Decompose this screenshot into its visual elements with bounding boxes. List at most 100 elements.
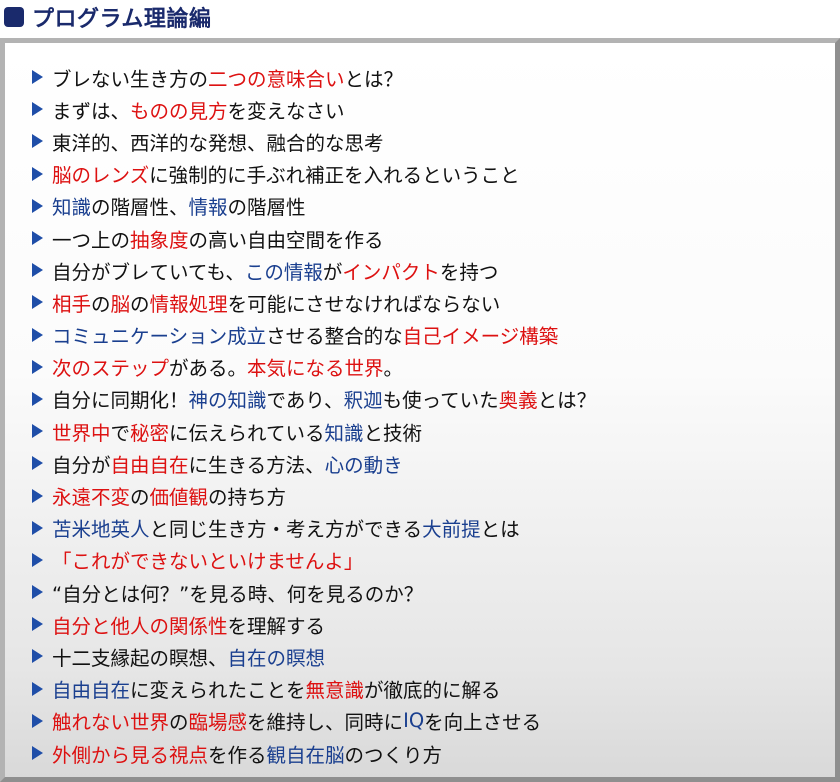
content-panel: ブレない生き方の 二つの意味合い とは？ まずは、 ものの見方 を変えなさい 東洋的、西洋的… (0, 38, 840, 782)
triangle-bullet-icon (32, 585, 43, 600)
item-highlight: 自在の瞑想 (227, 646, 326, 670)
item-text: も使っていた (382, 389, 499, 413)
list-item: まずは、 ものの見方 を変えなさい (32, 93, 596, 125)
item-text: と技術 (363, 421, 422, 445)
triangle-bullet-icon (32, 263, 43, 278)
item-text: 自分が (52, 453, 111, 477)
item-highlight: 二つの意味合い (208, 67, 345, 91)
list-item: 一つ上の 抽象度 の高い自由空間を作る (32, 222, 596, 254)
item-text: の (130, 292, 150, 316)
item-highlight: 自分と他人の関係性 (52, 614, 228, 638)
triangle-bullet-icon (32, 681, 43, 696)
item-highlight: 「これができないといけませんよ」 (52, 550, 364, 574)
item-text: ブレない生き方の (52, 67, 209, 91)
item-highlight: 奥義 (498, 389, 538, 413)
item-text: に伝えられている (169, 421, 325, 445)
list-item: 十二支縁起の瞑想、 自在の瞑想 (32, 640, 596, 672)
triangle-bullet-icon (32, 231, 43, 246)
item-highlight: ものの見方 (130, 99, 228, 123)
item-text: 自分に同期化！ (52, 389, 189, 413)
item-text: の階層性、 (91, 196, 189, 220)
triangle-bullet-icon (32, 327, 43, 342)
item-text: を持つ (439, 260, 499, 284)
item-highlight: 触れない世界 (52, 711, 170, 735)
list-item: コミュニケーション成立 させる整合的な 自己イメージ構築 (32, 319, 596, 351)
triangle-bullet-icon (32, 166, 43, 181)
item-text: とは (480, 518, 520, 542)
list-item: 自分と他人の関係性 を理解する (32, 608, 596, 640)
item-highlight: 相手 (52, 292, 92, 316)
item-text: を変えなさい (227, 99, 345, 123)
header-bullet-icon (4, 7, 24, 27)
item-text: であり、 (266, 389, 344, 413)
item-highlight: 脳 (110, 292, 131, 316)
item-text: “自分とは何？”を見る時、何を見るのか？ (52, 582, 424, 606)
item-text: のつくり方 (344, 743, 443, 767)
item-text: の (91, 292, 111, 316)
item-highlight: 無意識 (305, 679, 365, 703)
item-highlight: 次のステップ (52, 357, 170, 381)
list-item: 東洋的、西洋的な発想、融合的な思考 (32, 125, 596, 157)
triangle-bullet-icon (32, 295, 43, 310)
item-highlight: 自己イメージ構築 (402, 325, 559, 349)
triangle-bullet-icon (32, 70, 43, 85)
item-text: を向上させる (424, 711, 542, 735)
item-text: を維持し、同時に (247, 711, 404, 735)
triangle-bullet-icon (32, 391, 43, 406)
list-item: 外側から見る視点 を作る 観自在脳 のつくり方 (32, 737, 596, 769)
item-text: に生きる方法、 (188, 453, 325, 477)
list-item: 自分が 自由自在 に生きる方法、 心の動き (32, 447, 596, 479)
item-highlight: 観自在脳 (266, 743, 345, 767)
item-highlight: 本気になる世界 (247, 357, 384, 381)
triangle-bullet-icon (32, 456, 43, 471)
list-item: 知識 の階層性、 情報 の階層性 (32, 190, 596, 222)
item-highlight: 心の動き (324, 453, 403, 477)
list-item: 「これができないといけませんよ」 (32, 544, 596, 576)
item-text: を理解する (227, 614, 326, 638)
triangle-bullet-icon (32, 649, 43, 664)
item-text: の階層性 (227, 196, 306, 220)
item-highlight: 抽象度 (130, 228, 189, 252)
item-text: の持ち方 (208, 486, 287, 510)
item-text: 自分がブレていても、 (52, 260, 245, 284)
item-text: を可能にさせなければならない (227, 292, 501, 316)
list-item: 自分がブレていても、 この情報がインパクト を持つ (32, 254, 596, 286)
triangle-bullet-icon (32, 617, 43, 632)
item-highlight: インパクト (342, 260, 440, 284)
triangle-bullet-icon (32, 102, 43, 117)
item-highlight: 自由自在 (110, 453, 189, 477)
triangle-bullet-icon (32, 746, 43, 761)
list-item: 自由自在 に変えられたことを 無意識 が徹底的に解る (32, 673, 596, 705)
item-text: がある。 (169, 357, 248, 381)
item-highlight: 釈迦 (343, 389, 383, 413)
list-item: 永遠不変の価値観 の持ち方 (32, 479, 596, 511)
item-text: 。 (383, 357, 404, 381)
item-text: 東洋的、西洋的な発想、融合的な思考 (52, 131, 384, 155)
page-title: プログラム理論編 (32, 7, 212, 32)
item-text: に強制的に手ぶれ補正を入れるということ (149, 164, 520, 188)
item-highlight: 情報処理 (149, 292, 228, 316)
item-highlight: 脳のレンズ (52, 164, 150, 188)
item-highlight: 価値観 (149, 486, 209, 510)
list-item: 相手の脳の情報処理 を可能にさせなければならない (32, 286, 596, 318)
item-text: に変えられたことを (130, 679, 306, 703)
item-text: で (110, 421, 131, 445)
item-highlight: 苫米地英人 (52, 518, 150, 542)
item-highlight: 大前提 (422, 518, 481, 542)
item-text: とは？ (344, 67, 404, 91)
item-text: まずは、 (52, 99, 131, 123)
triangle-bullet-icon (32, 198, 43, 213)
item-highlight: 神の知識 (188, 389, 267, 413)
triangle-bullet-icon (32, 520, 43, 535)
triangle-bullet-icon (32, 134, 43, 149)
item-text: の (169, 711, 189, 735)
item-highlight: 永遠不変 (52, 486, 131, 510)
item-highlight: 外側から見る視点 (52, 743, 209, 767)
list-item: ブレない生き方の 二つの意味合い とは？ (32, 61, 596, 93)
list-item: 世界中で秘密 に伝えられている 知識 と技術 (32, 415, 596, 447)
item-highlight: 秘密 (130, 421, 170, 445)
item-text: の高い自由空間を作る (188, 228, 384, 252)
item-highlight: コミュニケーション成立 (52, 325, 267, 349)
item-text: が徹底的に解る (364, 679, 501, 703)
item-text: させる整合的な (266, 325, 403, 349)
